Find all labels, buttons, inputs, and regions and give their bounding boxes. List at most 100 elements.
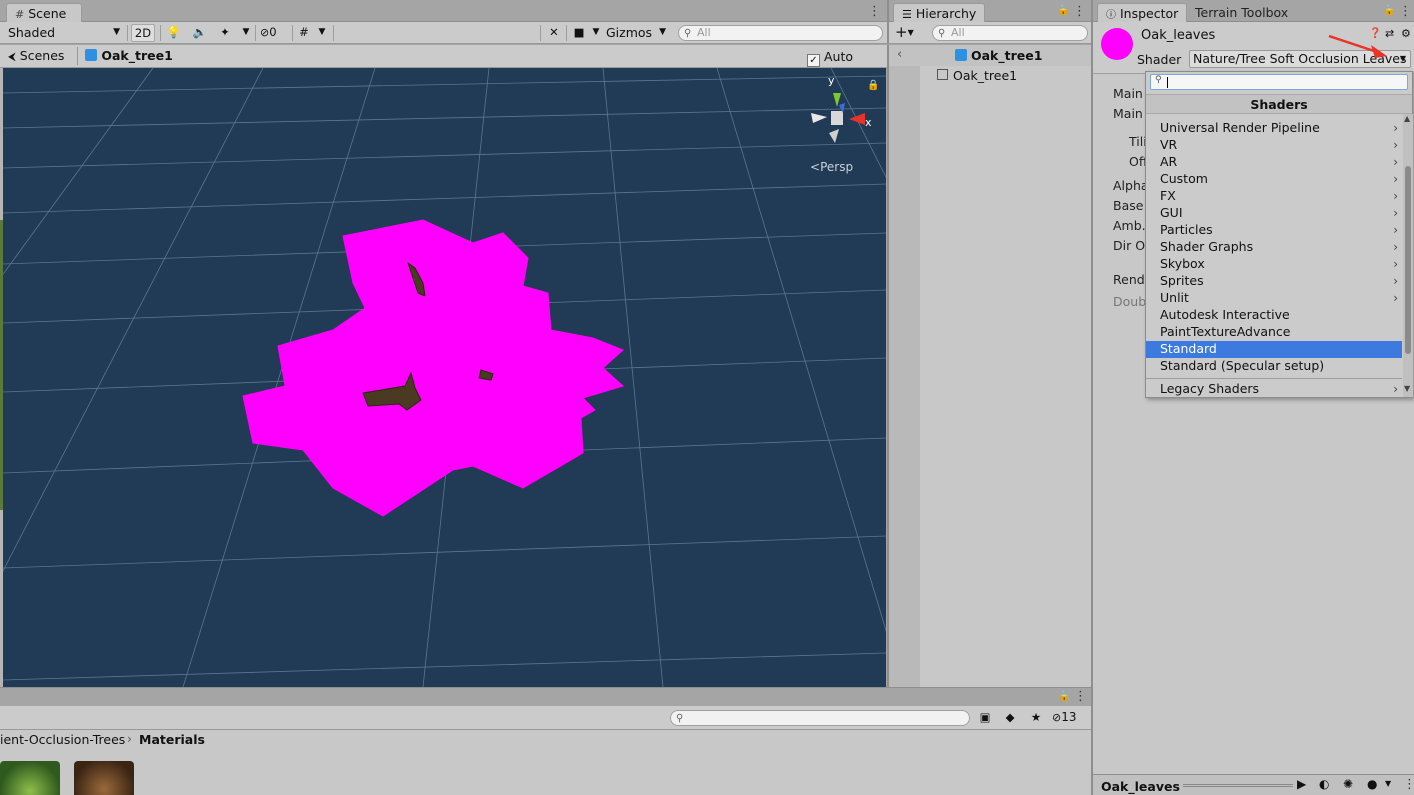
chevron-down-icon: ▼ [1399,54,1406,63]
back-chevron-icon[interactable]: ‹ [897,47,902,62]
breadcrumb-current-folder[interactable]: Materials [139,732,205,747]
shader-selection-popup: ⚲ Shaders Universal Render Pipeline › VR ›… [1145,71,1413,398]
shader-list-scrollbar[interactable]: ▲ ▼ [1403,114,1413,397]
menu-item-fx[interactable]: FX › [1146,188,1402,205]
lock-icon[interactable]: 🔒 [1057,5,1069,16]
preview-light-icon[interactable]: ✺ [1343,777,1353,791]
prop-alpha: Alpha [1113,178,1149,193]
preview-drag-handle[interactable] [1183,784,1293,787]
grid-icon: # [15,8,25,21]
chevron-down-icon: ▼ [907,28,914,37]
scroll-down-icon[interactable]: ▼ [1404,384,1410,393]
lighting-toggle-icon[interactable]: 💡 [165,24,183,42]
grid-toggle-icon[interactable]: # [296,24,312,42]
chevron-right-icon: › [1393,206,1398,220]
menu-item-gui[interactable]: GUI › [1146,205,1402,222]
breadcrumb-parent-folder[interactable]: ient-Occlusion-Trees [0,732,125,747]
scene-current-breadcrumb[interactable]: Oak_tree1 [85,48,173,63]
search-by-type-icon[interactable]: ▣ [976,709,994,727]
chevron-right-icon: › [1393,172,1398,186]
hierarchy-child-row[interactable]: Oak_tree1 [889,66,1093,85]
tools-icon[interactable]: ✕ [545,24,563,42]
tab-terrain-toolbox[interactable]: Terrain Toolbox [1187,3,1297,23]
search-icon: ⚲ [1155,75,1162,85]
menu-item-custom[interactable]: Custom › [1146,171,1402,188]
preview-sphere-icon[interactable]: ◐ [1319,777,1329,791]
asset-thumbnail-leaves[interactable] [0,761,60,795]
search-icon: ⚲ [938,28,946,39]
menu-item-standard[interactable]: Standard [1146,341,1402,358]
toggle-2d-button[interactable]: 2D [131,24,155,42]
camera-icon[interactable]: ■ [570,24,588,42]
preview-shape-icon[interactable]: ● [1367,777,1377,791]
chevron-down-icon[interactable]: ▼ [1385,779,1391,788]
cube-icon [955,49,967,61]
orientation-gizmo[interactable]: y x 🔒 [803,74,879,163]
favorite-star-icon[interactable]: ★ [1027,709,1045,727]
shading-mode-dropdown[interactable]: Shaded ▼ [4,24,124,42]
project-search-input[interactable]: ⚲ [670,710,970,726]
gizmos-dropdown[interactable]: Gizmos ▼ [604,24,670,42]
menu-item-sprites[interactable]: Sprites › [1146,273,1402,290]
shader-search-input[interactable]: ⚲ [1150,74,1408,90]
chevron-right-icon: › [1393,155,1398,169]
lock-icon[interactable]: 🔒 [1383,5,1395,16]
camera-dropdown-icon[interactable]: ▼ [590,24,602,42]
menu-item-ar[interactable]: AR › [1146,154,1402,171]
scene-search-input[interactable]: ⚲ All [678,25,883,41]
effects-toggle-icon[interactable]: ✦ [216,24,234,42]
menu-item-skybox[interactable]: Skybox › [1146,256,1402,273]
tab-hierarchy[interactable]: ☰ Hierarchy [893,3,985,23]
chevron-right-icon: › [1393,223,1398,237]
hierarchy-search-input[interactable]: ⚲ All [932,25,1088,41]
scene-toolbar: Shaded ▼ 2D 💡 🔈 ✦ ▼ ⊘0 # ▼ ✕ ■ ▼ Gizmos … [0,22,887,44]
scene-viewport[interactable]: y x 🔒 <Persp [0,68,886,687]
scrollbar-thumb[interactable] [1405,166,1411,354]
search-by-label-icon[interactable]: ◆ [1001,709,1019,727]
scene-grid-svg [3,68,886,687]
breadcrumb-chevron-icon: › [127,731,132,746]
gear-icon[interactable]: ⚙ [1401,27,1411,40]
scroll-up-icon[interactable]: ▲ [1404,114,1410,123]
menu-item-painttextureadvance[interactable]: PaintTextureAdvance [1146,324,1402,341]
scenes-breadcrumb[interactable]: ⮜ Scenes [8,48,64,64]
chevron-down-icon: ▼ [113,27,120,37]
asset-thumbnail-bark[interactable] [74,761,134,795]
add-object-button[interactable]: +▼ [895,24,921,42]
menu-item-legacy-shaders[interactable]: Legacy Shaders › [1146,381,1402,398]
audio-toggle-icon[interactable]: 🔈 [191,24,209,42]
menu-item-standard-specular[interactable]: Standard (Specular setup) [1146,358,1402,375]
menu-item-particles[interactable]: Particles › [1146,222,1402,239]
play-icon[interactable]: ▶ [1297,777,1306,791]
visibility-toggle[interactable]: ⊘0 [260,24,290,42]
scene-tabbar: # Scene ⋮ [0,0,887,23]
tab-scene[interactable]: # Scene [6,3,82,23]
more-options-icon[interactable]: ⋮ [1074,689,1087,704]
menu-item-universal-render-pipeline[interactable]: Universal Render Pipeline › [1146,120,1402,137]
auto-save-checkbox[interactable]: ✓ [807,54,820,67]
hierarchy-root-row[interactable]: ‹ Oak_tree1 [889,45,1093,66]
menu-item-shader-graphs[interactable]: Shader Graphs › [1146,239,1402,256]
hierarchy-child-label: Oak_tree1 [953,68,1018,83]
chevron-right-icon: › [1393,240,1398,254]
cube-icon [85,49,97,61]
grid-dropdown-icon[interactable]: ▼ [316,24,328,42]
inspector-preview-bar: Oak_leaves ▶ ◐ ✺ ● ▼ ⋮ [1091,774,1414,795]
chevron-right-icon: › [1393,257,1398,271]
lock-icon[interactable]: 🔒 [1058,691,1070,702]
persp-toggle[interactable]: <Persp [810,160,853,174]
effects-dropdown-icon[interactable]: ▼ [240,24,252,42]
chevron-down-icon: ▼ [659,27,666,37]
more-options-icon[interactable]: ⋮ [868,4,881,19]
lock-icon[interactable]: 🔒 [867,80,879,91]
menu-item-unlit[interactable]: Unlit › [1146,290,1402,307]
more-options-icon[interactable]: ⋮ [1399,4,1412,19]
more-options-icon[interactable]: ⋮ [1073,4,1086,19]
more-options-icon[interactable]: ⋮ [1403,777,1414,792]
hidden-packages-toggle[interactable]: ⊘13 [1052,709,1088,727]
back-arrow-icon: ⮜ [8,50,16,63]
menu-item-autodesk-interactive[interactable]: Autodesk Interactive [1146,307,1402,324]
tab-inspector[interactable]: ⓘ Inspector [1097,3,1187,23]
shader-menu-list: Universal Render Pipeline › VR › AR › Custo… [1146,120,1402,375]
menu-item-vr[interactable]: VR › [1146,137,1402,154]
